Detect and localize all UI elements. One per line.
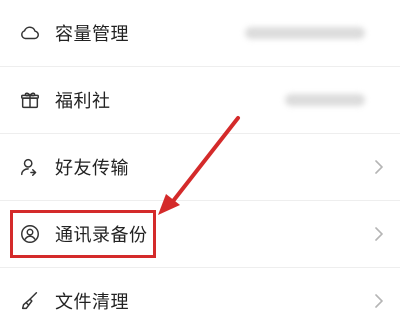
menu-item-label: 好友传输 xyxy=(55,158,129,179)
menu-item-label: 容量管理 xyxy=(55,24,129,45)
cloud-icon xyxy=(19,22,41,44)
menu-item-file-cleanup[interactable]: 文件清理 xyxy=(0,268,400,327)
blurred-value xyxy=(245,27,365,39)
chevron-right-icon xyxy=(374,159,384,175)
chevron-right-icon xyxy=(374,293,384,309)
friend-transfer-icon xyxy=(19,156,41,178)
menu-item-friend-transfer[interactable]: 好友传输 xyxy=(0,134,400,200)
gift-icon xyxy=(19,89,41,111)
menu-item-welfare[interactable]: 福利社 xyxy=(0,67,400,133)
menu-item-label: 文件清理 xyxy=(55,292,129,313)
blurred-value xyxy=(285,94,365,106)
menu-item-label: 福利社 xyxy=(55,91,111,112)
chevron-right-icon xyxy=(374,226,384,242)
broom-icon xyxy=(19,290,41,312)
settings-menu-page: 容量管理 福利社 好友传输 通讯录备份 文件清理 xyxy=(0,0,400,327)
highlight-box xyxy=(10,210,156,258)
menu-item-capacity-management[interactable]: 容量管理 xyxy=(0,0,400,66)
